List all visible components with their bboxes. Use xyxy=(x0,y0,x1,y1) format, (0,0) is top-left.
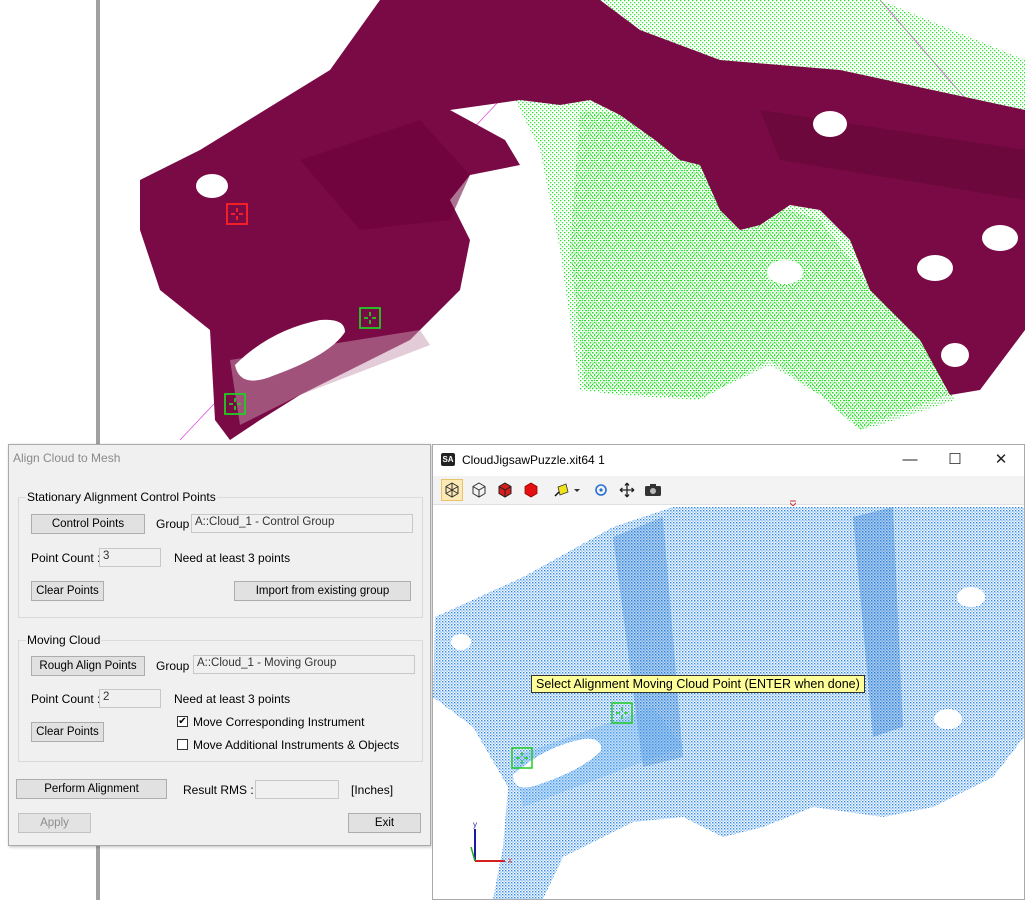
close-button[interactable]: ✕ xyxy=(986,449,1016,471)
stationary-clear-points-button[interactable]: Clear Points xyxy=(31,581,104,601)
sa-3d-canvas[interactable]: x y Select Alignment Moving Cloud Point … xyxy=(433,507,1024,899)
mesh-hole xyxy=(982,225,1018,251)
toolbar-overflow-icon[interactable] xyxy=(789,495,797,507)
exit-button[interactable]: Exit xyxy=(348,813,421,833)
moving-point-count-label: Point Count : xyxy=(31,692,101,706)
moving-point-count-field[interactable]: 2 xyxy=(99,689,161,708)
moving-hint: Need at least 3 points xyxy=(174,692,291,706)
camera-icon[interactable] xyxy=(642,479,664,501)
moving-group-field[interactable]: A::Cloud_1 - Moving Group xyxy=(193,655,415,674)
sa-view-window: SA CloudJigsawPuzzle.xit64 1 — ☐ ✕ x y S… xyxy=(432,444,1025,900)
minimize-button[interactable]: — xyxy=(895,449,925,471)
move-icon[interactable] xyxy=(616,479,638,501)
sa-window-title: CloudJigsawPuzzle.xit64 1 xyxy=(462,453,605,467)
move-additional-instruments-label[interactable]: Move Additional Instruments & Objects xyxy=(193,738,399,752)
cube-outline-icon[interactable] xyxy=(468,479,490,501)
chevron-down-icon[interactable] xyxy=(572,479,582,501)
rough-align-points-button[interactable]: Rough Align Points xyxy=(31,656,145,676)
stationary-group-field[interactable]: A::Cloud_1 - Control Group xyxy=(191,514,413,533)
sa-logo-icon: SA xyxy=(441,453,455,466)
mesh-hole xyxy=(941,343,969,367)
cube-solid-red-icon[interactable] xyxy=(520,479,542,501)
result-rms-field[interactable] xyxy=(255,780,339,799)
import-from-existing-group-button[interactable]: Import from existing group xyxy=(234,581,411,601)
instruction-tooltip: Select Alignment Moving Cloud Point (ENT… xyxy=(531,675,865,693)
moving-clear-points-button[interactable]: Clear Points xyxy=(31,722,104,742)
mesh-hole xyxy=(813,111,847,137)
dialog-title: Align Cloud to Mesh xyxy=(13,451,121,465)
control-points-button[interactable]: Control Points xyxy=(31,514,145,534)
stationary-hint: Need at least 3 points xyxy=(174,551,291,565)
mesh-hole xyxy=(767,260,803,284)
perform-alignment-button[interactable]: Perform Alignment xyxy=(16,779,167,799)
stationary-point-count-field[interactable]: 3 xyxy=(99,548,161,567)
units-label: [Inches] xyxy=(351,783,394,797)
cloud-hole xyxy=(451,634,471,650)
stationary-point-count-label: Point Count : xyxy=(31,551,101,565)
cube-wireframe-icon[interactable] xyxy=(441,479,463,501)
sa-titlebar[interactable]: SA CloudJigsawPuzzle.xit64 1 — ☐ ✕ xyxy=(433,445,1024,475)
cube-red-icon[interactable] xyxy=(494,479,516,501)
rotate-icon[interactable] xyxy=(590,479,612,501)
moving-group-label: Group : xyxy=(156,659,197,673)
move-corresponding-instrument-label[interactable]: Move Corresponding Instrument xyxy=(193,715,364,729)
blue-point-cloud xyxy=(433,507,1024,899)
move-corresponding-instrument-checkbox[interactable]: ✔ xyxy=(177,716,188,727)
yellow-arrow-icon[interactable] xyxy=(551,479,573,501)
moving-section-label: Moving Cloud xyxy=(26,633,102,647)
move-additional-instruments-checkbox[interactable] xyxy=(177,739,188,750)
align-cloud-to-mesh-dialog: Align Cloud to Mesh Stationary Alignment… xyxy=(8,444,431,846)
mesh-hole xyxy=(917,255,953,281)
axis-y-label: y xyxy=(473,820,477,829)
sa-toolbar xyxy=(433,476,1024,507)
result-rms-label: Result RMS : xyxy=(183,783,254,797)
mesh-hole xyxy=(196,174,228,198)
cloud-hole xyxy=(957,587,985,607)
apply-button[interactable]: Apply xyxy=(18,813,91,833)
stationary-section-label: Stationary Alignment Control Points xyxy=(26,490,217,504)
cloud-hole xyxy=(934,709,962,729)
axis-x-label: x xyxy=(508,856,512,865)
maximize-button[interactable]: ☐ xyxy=(940,449,970,471)
